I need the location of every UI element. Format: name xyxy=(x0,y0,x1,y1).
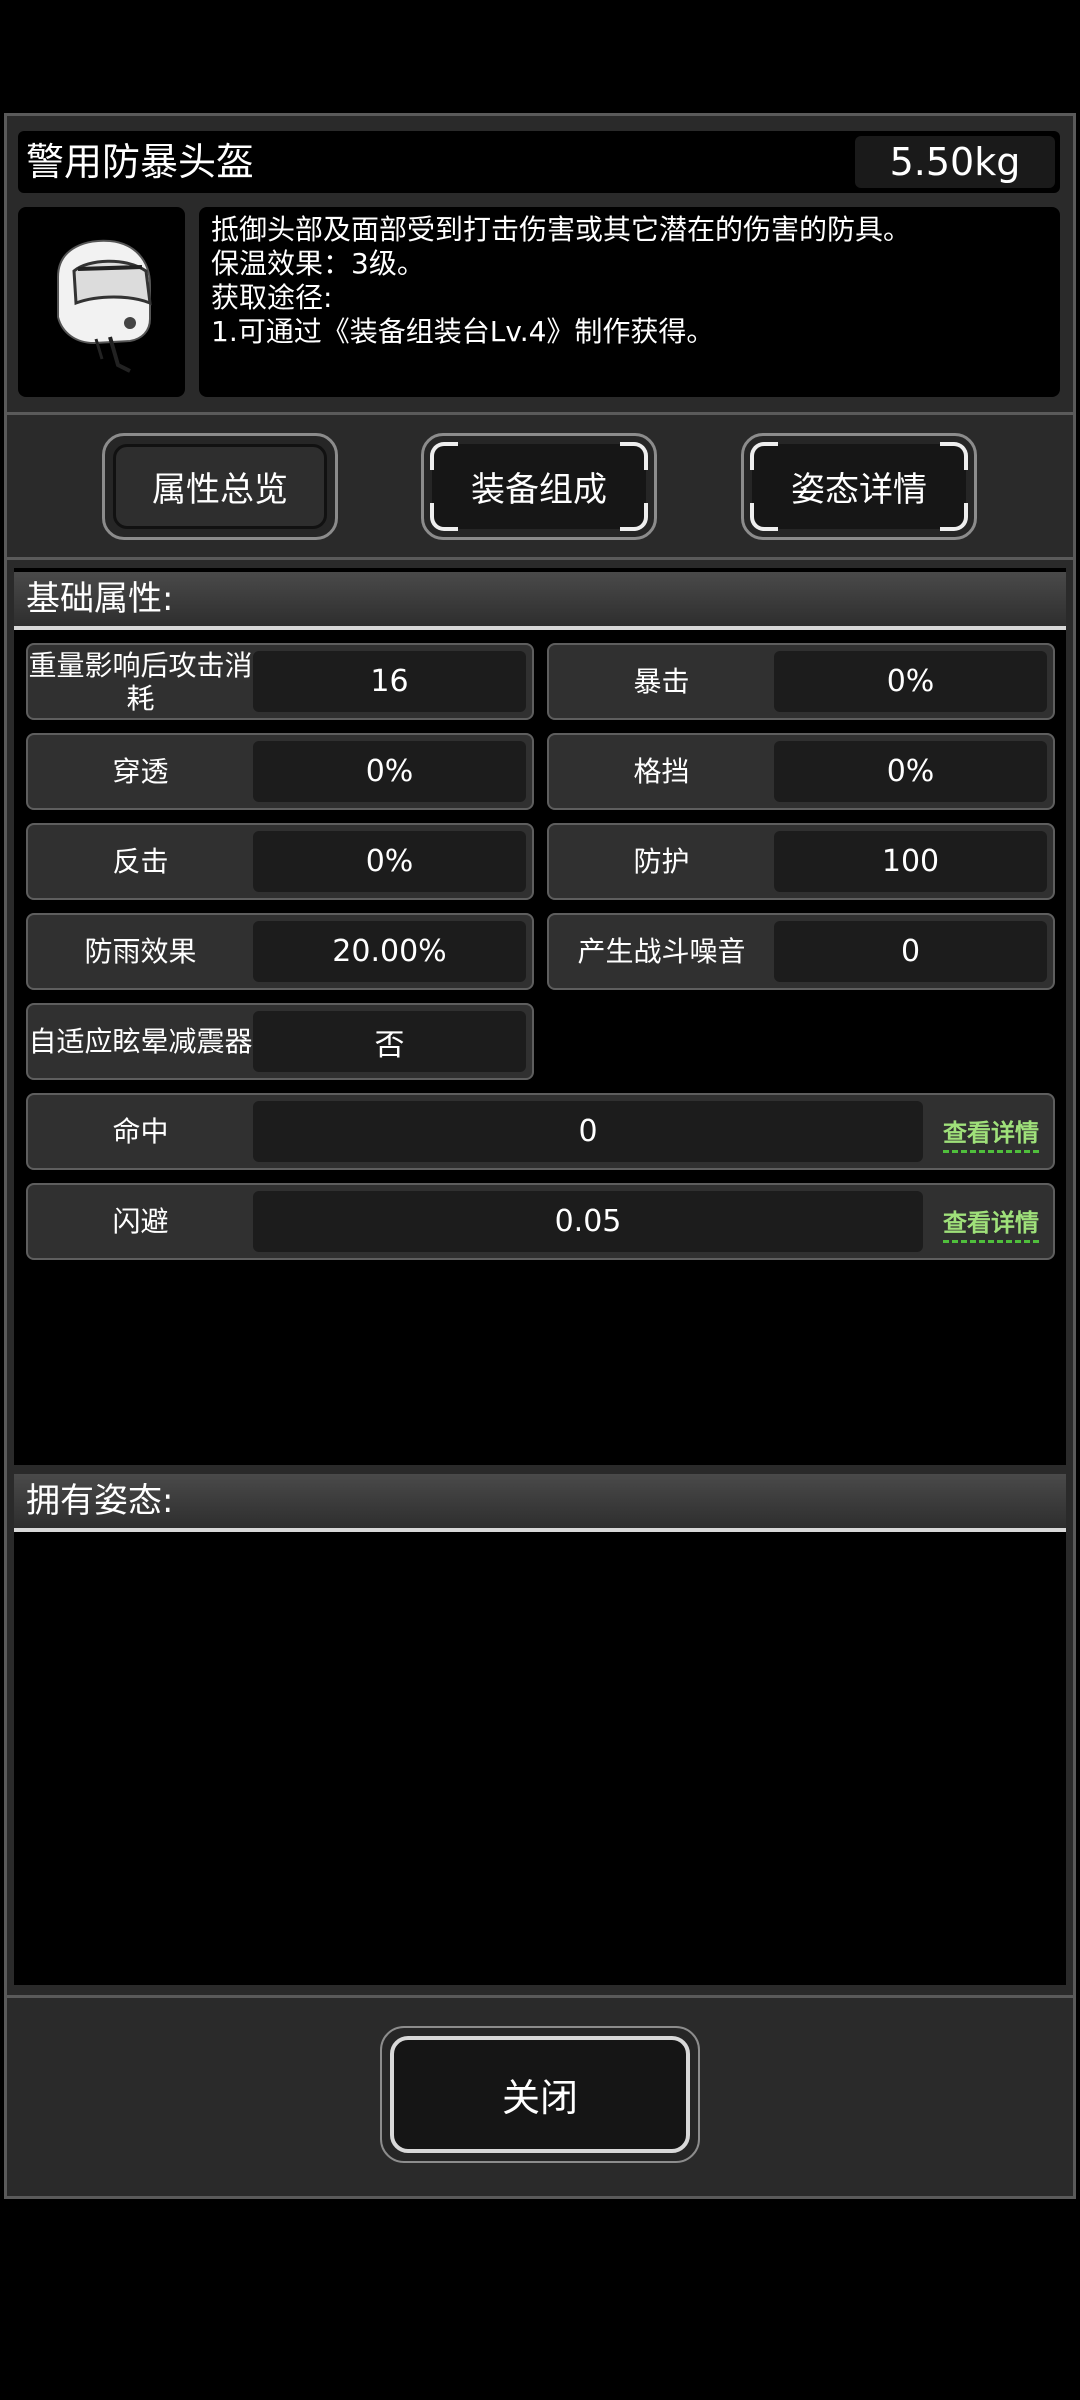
stat-value: 16 xyxy=(253,651,526,712)
tab-label: 装备组成 xyxy=(432,444,646,529)
tab-label: 属性总览 xyxy=(113,444,327,529)
stat-protection: 防护 100 xyxy=(547,823,1055,900)
riot-helmet-icon xyxy=(57,239,152,373)
accuracy-details-link[interactable]: 查看详情 xyxy=(943,1113,1039,1153)
item-name: 警用防暴头盔 xyxy=(26,140,255,184)
stat-label: 穿透 xyxy=(112,755,169,788)
item-weight: 5.50kg xyxy=(855,136,1055,188)
stat-value: 20.00% xyxy=(253,921,526,982)
stat-label: 重量影响后攻击消耗 xyxy=(28,648,253,715)
tab-attribute-overview[interactable]: 属性总览 xyxy=(102,433,338,540)
stat-value: 0 xyxy=(774,921,1047,982)
description-line: 获取途径: xyxy=(211,281,333,314)
stat-value: 0% xyxy=(253,741,526,802)
item-icon-frame xyxy=(18,207,185,397)
stat-block: 格挡 0% xyxy=(547,733,1055,810)
stat-value: 0% xyxy=(774,651,1047,712)
stat-adaptive-stun-damper: 自适应眩晕减震器 否 xyxy=(26,1003,534,1080)
description-line: 抵御头部及面部受到打击伤害或其它潜在的伤害的防具。 xyxy=(211,213,912,246)
stat-evasion: 闪避 0.05 查看详情 xyxy=(26,1183,1055,1260)
stat-critical: 暴击 0% xyxy=(547,643,1055,720)
item-description: 抵御头部及面部受到打击伤害或其它潜在的伤害的防具。 保温效果：3级。 获取途径:… xyxy=(199,207,1060,397)
stat-accuracy: 命中 0 查看详情 xyxy=(26,1093,1055,1170)
divider xyxy=(4,557,1076,560)
stances-section xyxy=(14,1474,1066,1985)
stat-label: 防雨效果 xyxy=(84,935,197,968)
stat-value: 100 xyxy=(774,831,1047,892)
stat-label: 暴击 xyxy=(633,665,690,698)
divider xyxy=(4,1995,1076,1998)
stat-combat-noise: 产生战斗噪音 0 xyxy=(547,913,1055,990)
description-line: 保温效果：3级。 xyxy=(211,247,425,280)
stat-label: 防护 xyxy=(633,845,690,878)
stat-penetration: 穿透 0% xyxy=(26,733,534,810)
stat-weight-attack-cost: 重量影响后攻击消耗 16 xyxy=(26,643,534,720)
stances-header: 拥有姿态: xyxy=(14,1474,1066,1532)
stat-label: 格挡 xyxy=(633,755,690,788)
stat-counterattack: 反击 0% xyxy=(26,823,534,900)
stat-value: 0% xyxy=(253,831,526,892)
stat-value: 0% xyxy=(774,741,1047,802)
stat-value: 0.05 xyxy=(253,1191,923,1252)
stat-label: 闪避 xyxy=(112,1205,169,1238)
stat-value: 否 xyxy=(253,1011,526,1072)
stat-label: 命中 xyxy=(112,1115,169,1148)
stat-label: 反击 xyxy=(112,845,169,878)
evasion-details-link[interactable]: 查看详情 xyxy=(943,1203,1039,1243)
stat-value: 0 xyxy=(253,1101,923,1162)
divider xyxy=(4,412,1076,415)
description-line: 1.可通过《装备组装台Lv.4》制作获得。 xyxy=(211,315,715,348)
close-button-label: 关闭 xyxy=(390,2036,690,2153)
close-button[interactable]: 关闭 xyxy=(380,2026,700,2163)
tab-label: 姿态详情 xyxy=(752,444,966,529)
base-attributes-header: 基础属性: xyxy=(14,572,1066,630)
stat-label: 产生战斗噪音 xyxy=(577,935,746,968)
stat-label: 自适应眩晕减震器 xyxy=(28,1025,253,1058)
stat-rain-resistance: 防雨效果 20.00% xyxy=(26,913,534,990)
tab-stance-details[interactable]: 姿态详情 xyxy=(741,433,977,540)
tab-equipment-composition[interactable]: 装备组成 xyxy=(421,433,657,540)
